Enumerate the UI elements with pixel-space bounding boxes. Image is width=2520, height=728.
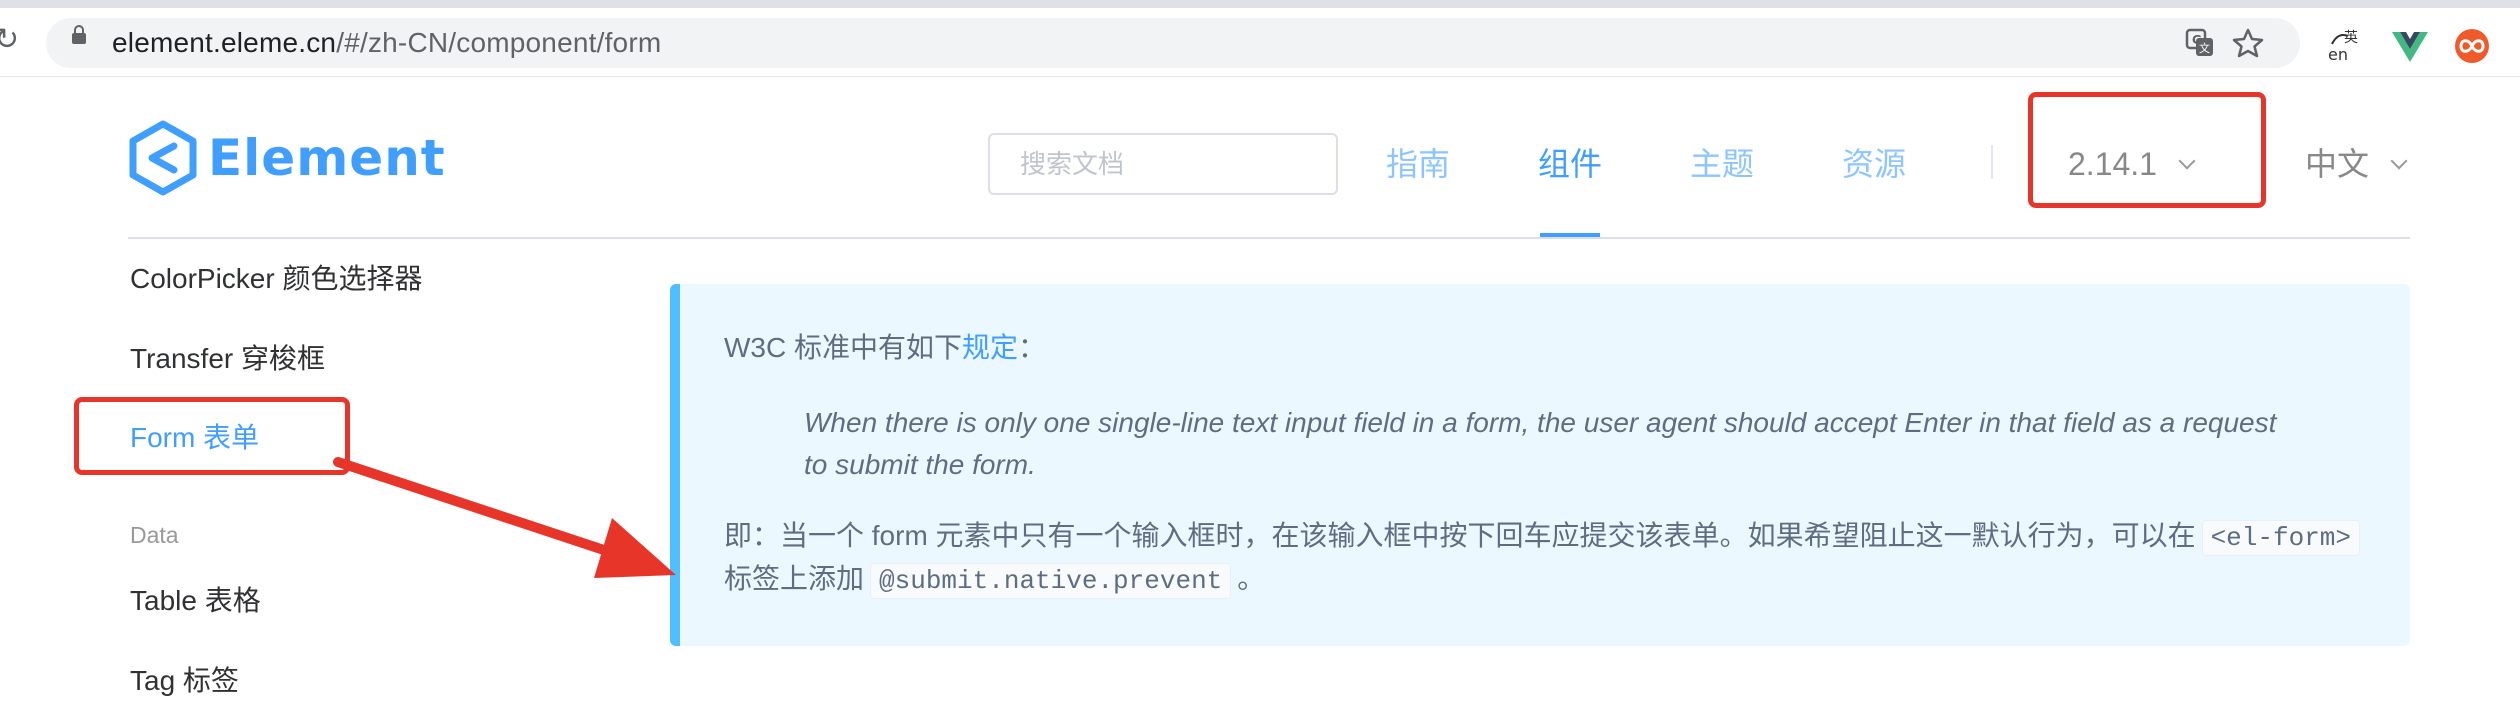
annotation-arrow xyxy=(333,457,676,578)
